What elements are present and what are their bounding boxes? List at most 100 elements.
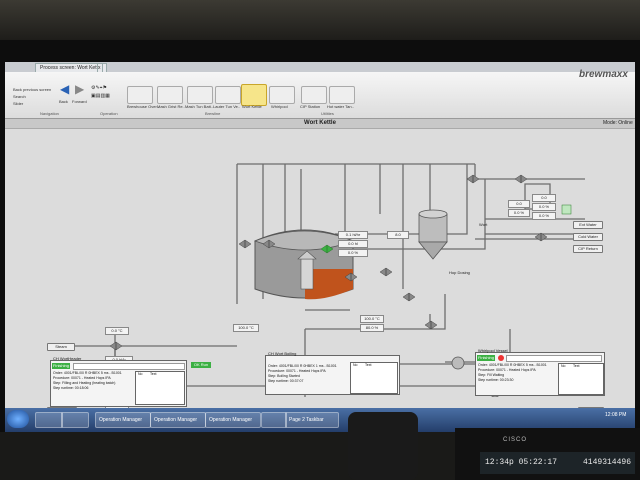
wort-boiling-panel: CH Wort Boiling Order: 4001/FBL/00 R 0HB…	[265, 351, 400, 395]
lauter-tun-button[interactable]	[215, 86, 241, 104]
taskbar-item-operation-manager-2[interactable]: Operation Manager	[150, 412, 206, 428]
hot-water-tank-button[interactable]	[329, 86, 355, 104]
valve-icon[interactable]	[514, 174, 528, 184]
back-label: Back	[59, 99, 68, 104]
tag-upper-small[interactable]: 8.0	[387, 231, 409, 239]
hop-dosing-vessel[interactable]	[418, 209, 448, 260]
wort-kettle-label: Wort Kettle	[242, 104, 262, 109]
mode-indicator: Mode: Online	[603, 120, 633, 126]
valve-icon[interactable]	[109, 341, 123, 351]
mash-grist-label: Mash Grist Re..	[157, 104, 185, 109]
forward-arrow-icon[interactable]: ▶	[75, 83, 84, 95]
forward-label: Forward	[72, 99, 87, 104]
wort-kettle-button[interactable]	[241, 84, 267, 106]
cip-return-button[interactable]: CIP Return	[573, 245, 603, 253]
ok-run-badge[interactable]: OK Run	[191, 362, 211, 368]
taskbar-item-operation-manager-3[interactable]: Operation Manager	[205, 412, 261, 428]
lauter-tun-label: Lauter Tun Ve..	[213, 104, 241, 109]
valve-icon[interactable]	[466, 174, 480, 184]
utilities-group-label: Utilities	[321, 111, 334, 116]
kettle-temperature[interactable]: 100.0 °C	[233, 324, 259, 332]
operation-group-label: Operation	[100, 111, 118, 116]
taskbar-item-explorer[interactable]	[35, 412, 63, 428]
tag-top-flow[interactable]: 0.1 hl/hr	[338, 231, 368, 239]
notes-no-header: No	[561, 364, 566, 368]
whirlpool-step-bar	[506, 355, 602, 362]
wort-header-runtime: Step runtime: 00:18:06	[53, 386, 89, 390]
whirlpool-notes[interactable]: No Text	[558, 363, 604, 395]
nav-search[interactable]: Search	[13, 94, 26, 99]
whirlpool-pump-icon[interactable]	[489, 395, 501, 397]
brewline-group-label: Brewline	[205, 111, 221, 116]
brewmaxx-logo: brewmaxx	[579, 69, 628, 80]
whirlpool-panel: Whirlpool Vessel Finishing Order: 4001/F…	[475, 348, 605, 396]
background-wall	[0, 0, 640, 40]
mash-grist-button[interactable]	[157, 86, 183, 104]
whirlpool-panel-title: Whirlpool Vessel	[478, 348, 508, 353]
cip-station-button[interactable]	[301, 86, 327, 104]
phone-number: 4149314496	[583, 458, 632, 467]
tag-top-volume[interactable]: 0.0 hl	[338, 240, 368, 248]
notes-text-header: Text	[365, 363, 372, 367]
operation-tools-icon[interactable]: ⚙✎⌖⚑	[91, 85, 107, 91]
wort-boiling-runtime: Step runtime: 00:37:07	[268, 379, 304, 383]
navigation-group-label: Navigation	[40, 111, 59, 116]
wort-boiling-title: CH Wort Boiling	[268, 351, 297, 356]
cold-water-button[interactable]: Cold Water	[573, 233, 603, 241]
tag-heatex-5[interactable]: 0.0 %	[532, 212, 556, 220]
operation-tools-icon-2[interactable]: ▣▤▥▦	[91, 93, 110, 99]
wort-header-status[interactable]: Finishing	[52, 363, 70, 369]
notes-no-header: No	[353, 363, 358, 367]
alarm-indicator-icon[interactable]	[498, 355, 504, 361]
start-button-icon[interactable]	[7, 410, 29, 428]
notes-no-header: No	[138, 372, 143, 376]
nav-slider[interactable]: Slider	[13, 101, 23, 106]
valve-icon[interactable]	[424, 320, 438, 330]
taskbar-clock[interactable]: 12:08 PM	[605, 412, 626, 418]
wort-inlet-label: Wort	[479, 222, 488, 227]
brewhouse-overview-label: Brewhouse Over..	[127, 104, 159, 109]
tag-heatex-2[interactable]: 0.0 %	[508, 209, 530, 217]
phone-time: 12:34p 05:22:17	[485, 458, 558, 467]
valve-icon[interactable]	[238, 239, 252, 249]
back-arrow-icon[interactable]: ◀	[60, 83, 69, 95]
whirlpool-button[interactable]	[269, 86, 295, 104]
taskbar-item-page-2[interactable]: Page 2 Taskbar	[285, 412, 339, 428]
wort-header-notes[interactable]: No Text	[135, 371, 185, 405]
whirlpool-status[interactable]: Finishing	[477, 355, 495, 361]
kettle-level[interactable]: 80.0 %	[360, 324, 384, 332]
tag-steam-temp[interactable]: 0.0 °C	[105, 327, 129, 335]
brewhouse-overview-button[interactable]	[127, 86, 153, 104]
cip-station-label: CIP Station	[300, 104, 321, 109]
steam-button[interactable]: Steam	[47, 343, 75, 351]
wort-header-panel: CH WortHeader Finishing Order: 4001/FBL/…	[50, 356, 187, 407]
taskbar-item-operation-manager-1[interactable]: Operation Manager	[95, 412, 151, 428]
whirlpool-runtime: Step runtime: 00:23:30	[478, 378, 514, 382]
taskbar-item-misc[interactable]	[261, 412, 287, 428]
tag-heatex-4[interactable]: 0.0 %	[532, 203, 556, 211]
wort-pump-icon[interactable]	[451, 356, 465, 370]
mash-tun-button[interactable]	[187, 86, 213, 104]
wort-header-step-bar	[73, 363, 185, 370]
valve-icon[interactable]	[379, 267, 393, 277]
ext-water-button[interactable]: Ext Water	[573, 221, 603, 229]
hop-dosing-label: Hop Dosing	[449, 270, 470, 275]
webcam-device	[348, 412, 418, 480]
cisco-logo: CISCO	[503, 437, 528, 443]
taskbar-item-app[interactable]	[61, 412, 89, 428]
nav-back-previous[interactable]: Back previous screen	[13, 87, 51, 92]
kettle-temp-side[interactable]: 100.0 °C	[360, 315, 384, 323]
notes-text-header: Text	[573, 364, 580, 368]
monitor-screen: Process screen: Wort Kettle x Back previ…	[5, 62, 635, 432]
page-title: Wort Kettle	[304, 120, 336, 126]
mash-tun-label: Mash Tun Batt..	[185, 104, 214, 109]
valve-icon[interactable]	[402, 292, 416, 302]
tag-heatex-1[interactable]: 0.0	[508, 200, 530, 208]
wort-boiling-notes[interactable]: No Text	[350, 362, 398, 394]
hot-water-tank-label: Hot water Tan..	[327, 104, 354, 109]
whirlpool-label: Whirlpool	[271, 104, 288, 109]
tag-heatex-3[interactable]: 0.0	[532, 194, 556, 202]
tag-top-pct[interactable]: 0.0 %	[338, 249, 368, 257]
agitator-status-icon[interactable]	[561, 204, 572, 215]
notes-text-header: Text	[150, 372, 157, 376]
